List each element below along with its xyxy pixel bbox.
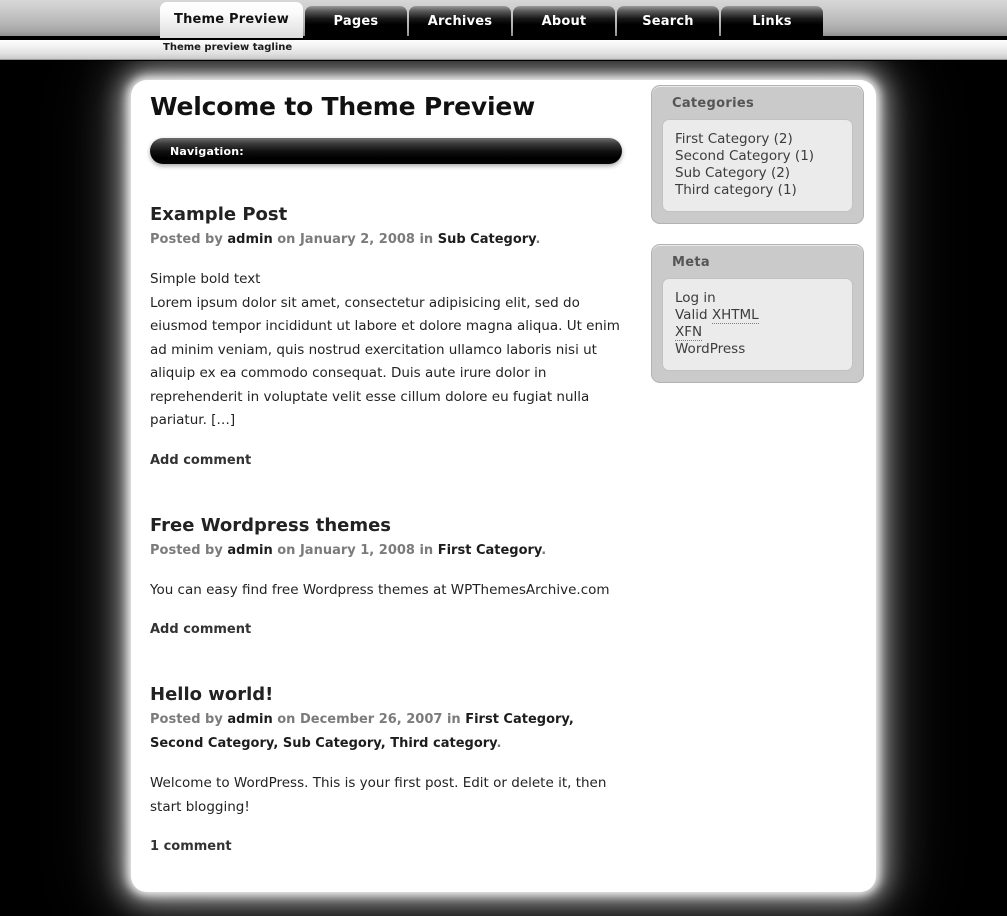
post-meta-prefix: Posted by (150, 232, 228, 247)
post-body: You can easy find free Wordpress themes … (150, 579, 630, 603)
nav-tab-archives[interactable]: Archives (408, 6, 511, 38)
post-meta-prefix: Posted by (150, 542, 228, 558)
post-body-line: Welcome to WordPress. This is your first… (150, 775, 607, 815)
widget-list-item[interactable]: Valid XHTML (675, 307, 840, 324)
post-meta-mid: on December 26, 2007 in (272, 712, 466, 727)
main-navigation-tabs: Theme Preview Pages Archives About Search Lin… (0, 0, 1007, 38)
main-column: Welcome to Theme Preview Navigation: Exa… (150, 92, 630, 901)
widget-title: Categories (672, 96, 755, 111)
post-meta-suffix: . (496, 736, 502, 751)
site-tagline: Theme preview tagline (163, 42, 293, 53)
post-body-line: Lorem ipsum dolor sit amet, consectetur … (150, 294, 620, 429)
widget-list-item[interactable]: Second Category (1) (675, 148, 840, 165)
widget-item-abbr[interactable]: XFN (675, 324, 703, 341)
post-author-link[interactable]: admin (227, 232, 272, 247)
widget-list: Log in Valid XHTML XFN WordPress (675, 290, 840, 358)
nav-tab-pages[interactable]: Pages (304, 6, 407, 38)
post-body-line: You can easy find free Wordpress themes … (150, 581, 610, 598)
post-meta-prefix: Posted by (150, 712, 228, 727)
content-card: Welcome to Theme Preview Navigation: Exa… (131, 80, 876, 892)
post-title[interactable]: Example Post (150, 204, 630, 225)
page-body: Welcome to Theme Preview Navigation: Exa… (0, 61, 1007, 916)
widget-inner: First Category (2) Second Category (1) Sub… (662, 119, 853, 212)
widget-list: First Category (2) Second Category (1) Sub… (675, 131, 840, 199)
post-meta-suffix: . (541, 542, 547, 558)
widget-inner: Log in Valid XHTML XFN WordPress (662, 278, 853, 371)
widget-list-item[interactable]: Log in (675, 290, 840, 307)
post: Free Wordpress themes Posted by admin on … (150, 515, 630, 638)
post-comment-link[interactable]: Add comment (150, 622, 630, 637)
post-author-link[interactable]: admin (227, 543, 272, 558)
widget-list-item[interactable]: XFN (675, 324, 840, 341)
post-meta: Posted by admin on January 2, 2008 in Su… (150, 228, 630, 252)
widget-item-abbr[interactable]: XHTML (711, 307, 759, 324)
widget-item-prefix: Valid (675, 307, 712, 323)
navigation-label: Navigation: (170, 144, 244, 158)
post-body: Simple bold text Lorem ipsum dolor sit am… (150, 268, 630, 433)
sidebar: Categories First Category (2) Second Categ… (651, 85, 864, 403)
widget-list-item[interactable]: Third category (1) (675, 182, 840, 199)
post: Hello world! Posted by admin on December … (150, 684, 630, 854)
post-title[interactable]: Free Wordpress themes (150, 515, 630, 536)
widget-list-item[interactable]: First Category (2) (675, 131, 840, 148)
post-meta-suffix: . (535, 232, 541, 247)
post-meta-mid: on January 1, 2008 in (272, 542, 438, 558)
post-body-line: Simple bold text (150, 271, 261, 287)
tagline-bar: Theme preview tagline (0, 40, 1007, 60)
widget-list-item[interactable]: WordPress (675, 341, 840, 358)
post-category-links[interactable]: First Category (438, 543, 542, 558)
post-meta: Posted by admin on December 26, 2007 in … (150, 708, 630, 756)
nav-tab-search[interactable]: Search (616, 6, 719, 38)
widget-title: Meta (672, 255, 710, 270)
nav-tab-links[interactable]: Links (720, 6, 823, 38)
post-category-links[interactable]: Sub Category (438, 232, 536, 247)
nav-tab-about[interactable]: About (512, 6, 615, 38)
post-body: Welcome to WordPress. This is your first… (150, 772, 630, 819)
nav-tab-theme-preview[interactable]: Theme Preview (160, 2, 303, 38)
page-title: Welcome to Theme Preview (150, 92, 535, 121)
navigation-bar: Navigation: (150, 138, 622, 164)
post-meta: Posted by admin on January 1, 2008 in Fi… (150, 539, 630, 563)
post-author-link[interactable]: admin (227, 712, 272, 727)
post: Example Post Posted by admin on January 2… (150, 204, 630, 468)
widget-categories: Categories First Category (2) Second Categ… (651, 85, 864, 224)
post-comment-link[interactable]: Add comment (150, 453, 630, 468)
post-meta-mid: on January 2, 2008 in (272, 232, 438, 247)
post-comment-link[interactable]: 1 comment (150, 839, 630, 854)
posts-list: Example Post Posted by admin on January 2… (150, 204, 630, 854)
widget-list-item[interactable]: Sub Category (2) (675, 165, 840, 182)
widget-meta: Meta Log in Valid XHTML XFN WordPress (651, 244, 864, 383)
post-title[interactable]: Hello world! (150, 684, 630, 705)
